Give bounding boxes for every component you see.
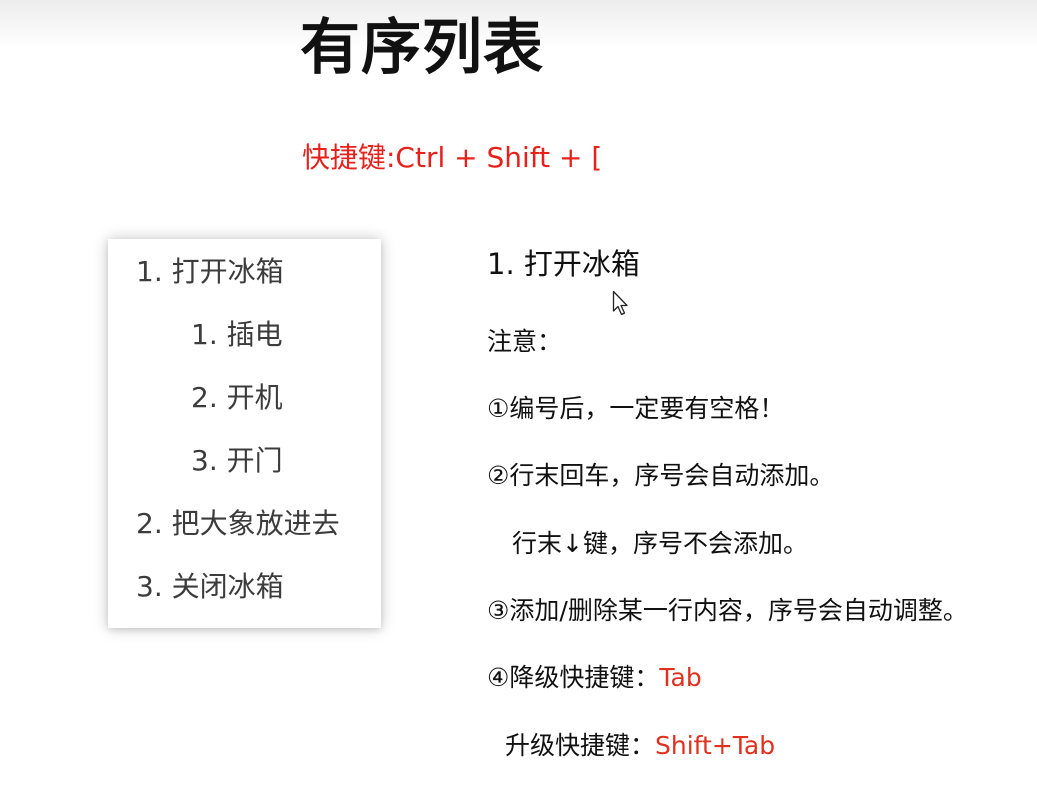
shortcut-text: 快捷键:Ctrl + Shift + [	[302, 141, 603, 174]
list-subitem-1: 1. 插电	[191, 318, 283, 351]
mouse-pointer-icon	[612, 290, 628, 316]
list-subitem-2: 2. 开机	[191, 381, 283, 414]
rule-4-key: Tab	[659, 663, 702, 692]
example-list-card: 1. 打开冰箱 1. 插电 2. 开机 3. 开门 2. 把大象放进去 3. 关…	[108, 239, 381, 628]
list-item-1: 1. 打开冰箱	[136, 255, 284, 288]
list-item-3: 3. 关闭冰箱	[136, 570, 284, 603]
rule-4-label: ④降级快捷键：	[487, 663, 660, 692]
notes-rule-1: ①编号后，一定要有空格！	[487, 394, 785, 423]
rule-5-key: Shift+Tab	[655, 731, 776, 760]
page-title: 有序列表	[300, 13, 544, 83]
notes-rule-5: 升级快捷键：Shift+Tab	[505, 730, 775, 762]
rule-5-label: 升级快捷键：	[505, 731, 656, 760]
notes-rule-3: ③添加/删除某一行内容，序号会自动调整。	[487, 596, 968, 625]
list-item-2: 2. 把大象放进去	[136, 507, 340, 540]
notes-heading: 1. 打开冰箱	[487, 247, 640, 281]
notes-attention: 注意：	[487, 327, 563, 356]
list-subitem-3: 3. 开门	[191, 444, 283, 477]
notes-rule-4: ④降级快捷键：Tab	[487, 662, 702, 694]
notes-rule-2: ②行末回车，序号会自动添加。	[487, 461, 835, 490]
notes-rule-2b: 行末↓键，序号不会添加。	[512, 529, 808, 558]
